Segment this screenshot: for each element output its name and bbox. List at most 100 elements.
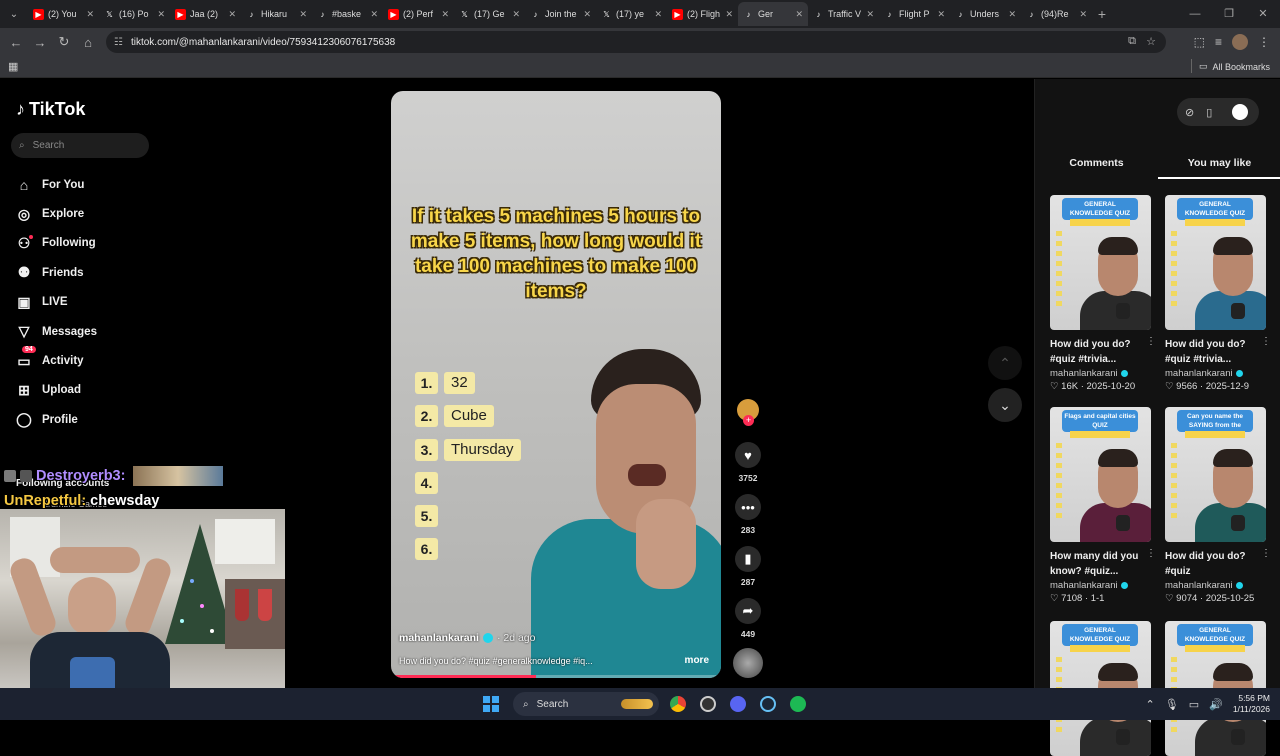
tab-close-icon[interactable]: ✕	[157, 9, 165, 20]
browser-tab[interactable]: 𝕏 (17) Ge ✕	[454, 2, 525, 26]
sidebar-item-activity[interactable]: ▭ 94 Activity	[16, 346, 97, 375]
card-author[interactable]: mahanlankarani	[1050, 368, 1151, 379]
next-video-button[interactable]: ⌄	[988, 388, 1022, 422]
taskbar-clock[interactable]: 5:56 PM 1/11/2026	[1233, 693, 1270, 715]
mic-icon[interactable]: 🎙	[1165, 698, 1179, 711]
sound-disc-icon[interactable]	[733, 648, 763, 678]
browser-tab[interactable]: 𝕏 (17) ye ✕	[596, 2, 667, 26]
sidebar-item-profile[interactable]: ◯ Profile	[16, 405, 97, 434]
tab-close-icon[interactable]: ✕	[1079, 9, 1087, 20]
card-author[interactable]: mahanlankarani	[1165, 368, 1266, 379]
install-icon[interactable]: ⧉	[1128, 35, 1136, 48]
profile-avatar[interactable]	[1232, 34, 1248, 50]
tab-you-may-like[interactable]: You may like	[1158, 157, 1280, 179]
search-input[interactable]: ⌕ Search	[11, 133, 149, 158]
card-author[interactable]: mahanlankarani	[1165, 580, 1266, 591]
network-icon[interactable]: ▭	[1189, 698, 1199, 711]
new-tab-button[interactable]: +	[1092, 6, 1112, 22]
browser-tab[interactable]: ▶ Jaa (2) ✕	[170, 2, 241, 26]
apps-grid-icon[interactable]: ▦	[8, 60, 18, 73]
recommended-video-card[interactable]: Flags and capital cities QUIZ How many d…	[1050, 407, 1156, 604]
tab-comments[interactable]: Comments	[1035, 157, 1158, 179]
tab-search-icon[interactable]: ⌄	[0, 0, 28, 28]
device-icon[interactable]: ▯	[1206, 106, 1212, 119]
tab-close-icon[interactable]: ✕	[937, 9, 945, 20]
spotify-icon[interactable]	[787, 693, 809, 715]
tab-close-icon[interactable]: ✕	[795, 9, 803, 20]
recommended-video-card[interactable]: GENERAL KNOWLEDGE QUIZ How did you do? #q…	[1165, 195, 1271, 392]
sidebar-item-explore[interactable]: ◎ Explore	[16, 199, 97, 228]
creator-avatar-button[interactable]: +	[733, 399, 763, 426]
browser-tab[interactable]: ♪ Hikaru ✕	[241, 2, 312, 26]
more-options-icon[interactable]: ⋮	[1146, 336, 1156, 347]
tab-close-icon[interactable]: ✕	[512, 9, 520, 20]
steam-icon[interactable]	[757, 693, 779, 715]
browser-tab[interactable]: ♪ Unders ✕	[950, 2, 1021, 26]
browser-tab[interactable]: ♪ #baske ✕	[312, 2, 383, 26]
obs-icon[interactable]	[697, 693, 719, 715]
tab-close-icon[interactable]: ✕	[86, 9, 94, 20]
bookmark-star-icon[interactable]: ☆	[1146, 35, 1156, 48]
sidebar-item-for-you[interactable]: ⌂ For You	[16, 170, 97, 199]
tiktok-logo[interactable]: ♪ TikTok	[16, 99, 85, 120]
tab-close-icon[interactable]: ✕	[866, 9, 874, 20]
browser-tab[interactable]: ♪ (94)Re ✕	[1021, 2, 1092, 26]
minimize-icon[interactable]: —	[1178, 0, 1212, 28]
volume-icon[interactable]: 🔊	[1209, 698, 1223, 711]
reload-icon[interactable]: ↻	[52, 34, 76, 50]
browser-tab[interactable]: ♪ Join the ✕	[525, 2, 596, 26]
sidebar-item-following[interactable]: ⚇ Following	[16, 229, 97, 258]
follow-plus-icon[interactable]: +	[743, 415, 754, 426]
browser-tab[interactable]: ♪ Ger ✕	[738, 2, 808, 26]
menu-icon[interactable]: ⋮	[1258, 35, 1270, 49]
tab-close-icon[interactable]: ✕	[299, 9, 307, 20]
browser-tab[interactable]: ♪ Traffic V ✕	[808, 2, 879, 26]
chrome-icon[interactable]	[667, 693, 689, 715]
tab-close-icon[interactable]: ✕	[370, 9, 378, 20]
tab-close-icon[interactable]: ✕	[441, 9, 449, 20]
recommended-video-card[interactable]: GENERAL KNOWLEDGE QUIZ How did you do? #q…	[1050, 195, 1156, 392]
autoplay-toggle[interactable]	[1232, 104, 1249, 120]
taskbar-search[interactable]: ⌕ Search	[513, 692, 659, 716]
more-button[interactable]: more	[685, 655, 709, 666]
forward-icon[interactable]: →	[28, 35, 52, 50]
more-options-icon[interactable]: ⋮	[1146, 548, 1156, 559]
maximize-icon[interactable]: ❐	[1212, 0, 1246, 28]
start-icon[interactable]	[483, 696, 499, 712]
sidebar-item-live[interactable]: ▣ LIVE	[16, 288, 97, 317]
video-progress-bar[interactable]	[391, 675, 721, 678]
home-icon[interactable]: ⌂	[76, 35, 100, 50]
browser-tab[interactable]: 𝕏 (16) Po ✕	[99, 2, 170, 26]
tab-close-icon[interactable]: ✕	[583, 9, 591, 20]
browser-tab[interactable]: ▶ (2) Perf ✕	[383, 2, 454, 26]
browser-tab[interactable]: ♪ Flight P ✕	[879, 2, 950, 26]
more-options-icon[interactable]: ⋮	[1261, 336, 1271, 347]
sidebar-item-upload[interactable]: ⊞ Upload	[16, 376, 97, 405]
all-bookmarks-button[interactable]: ▭ All Bookmarks	[1199, 61, 1270, 72]
video-author[interactable]: mahanlankarani · 2d ago	[399, 632, 535, 644]
like-button[interactable]: ♥ 3752	[733, 442, 763, 483]
more-options-icon[interactable]: ⋮	[1261, 548, 1271, 559]
card-author[interactable]: mahanlankarani	[1050, 580, 1151, 591]
tab-close-icon[interactable]: ✕	[725, 9, 733, 20]
video-player[interactable]: If it takes 5 machines 5 hours to make 5…	[391, 91, 721, 678]
recommended-video-card[interactable]: Can you name the SAYING from the PICTURE…	[1165, 407, 1271, 604]
autoscroll-icon[interactable]: ⊘	[1185, 106, 1194, 119]
share-button[interactable]: ➦ 449	[733, 598, 763, 639]
site-info-icon[interactable]: ☷	[114, 37, 123, 48]
back-icon[interactable]: ←	[4, 35, 28, 50]
tab-close-icon[interactable]: ✕	[654, 9, 662, 20]
tab-close-icon[interactable]: ✕	[1008, 9, 1016, 20]
sidebar-item-friends[interactable]: ⚉ Friends	[16, 258, 97, 287]
extensions-icon[interactable]: ⬚	[1194, 35, 1205, 49]
discord-icon[interactable]	[727, 693, 749, 715]
tab-close-icon[interactable]: ✕	[228, 9, 236, 20]
previous-video-button[interactable]: ⌃	[988, 346, 1022, 380]
close-window-icon[interactable]: ✕	[1246, 0, 1280, 28]
address-bar[interactable]: ☷ tiktok.com/@mahanlankarani/video/75934…	[106, 31, 1166, 53]
browser-tab[interactable]: ▶ (2) You ✕	[28, 2, 99, 26]
sidebar-item-messages[interactable]: ▽ Messages	[16, 317, 97, 346]
browser-tab[interactable]: ▶ (2) Fligh ✕	[667, 2, 738, 26]
comment-button[interactable]: ••• 283	[733, 494, 763, 535]
reading-list-icon[interactable]: ≡	[1215, 35, 1222, 49]
